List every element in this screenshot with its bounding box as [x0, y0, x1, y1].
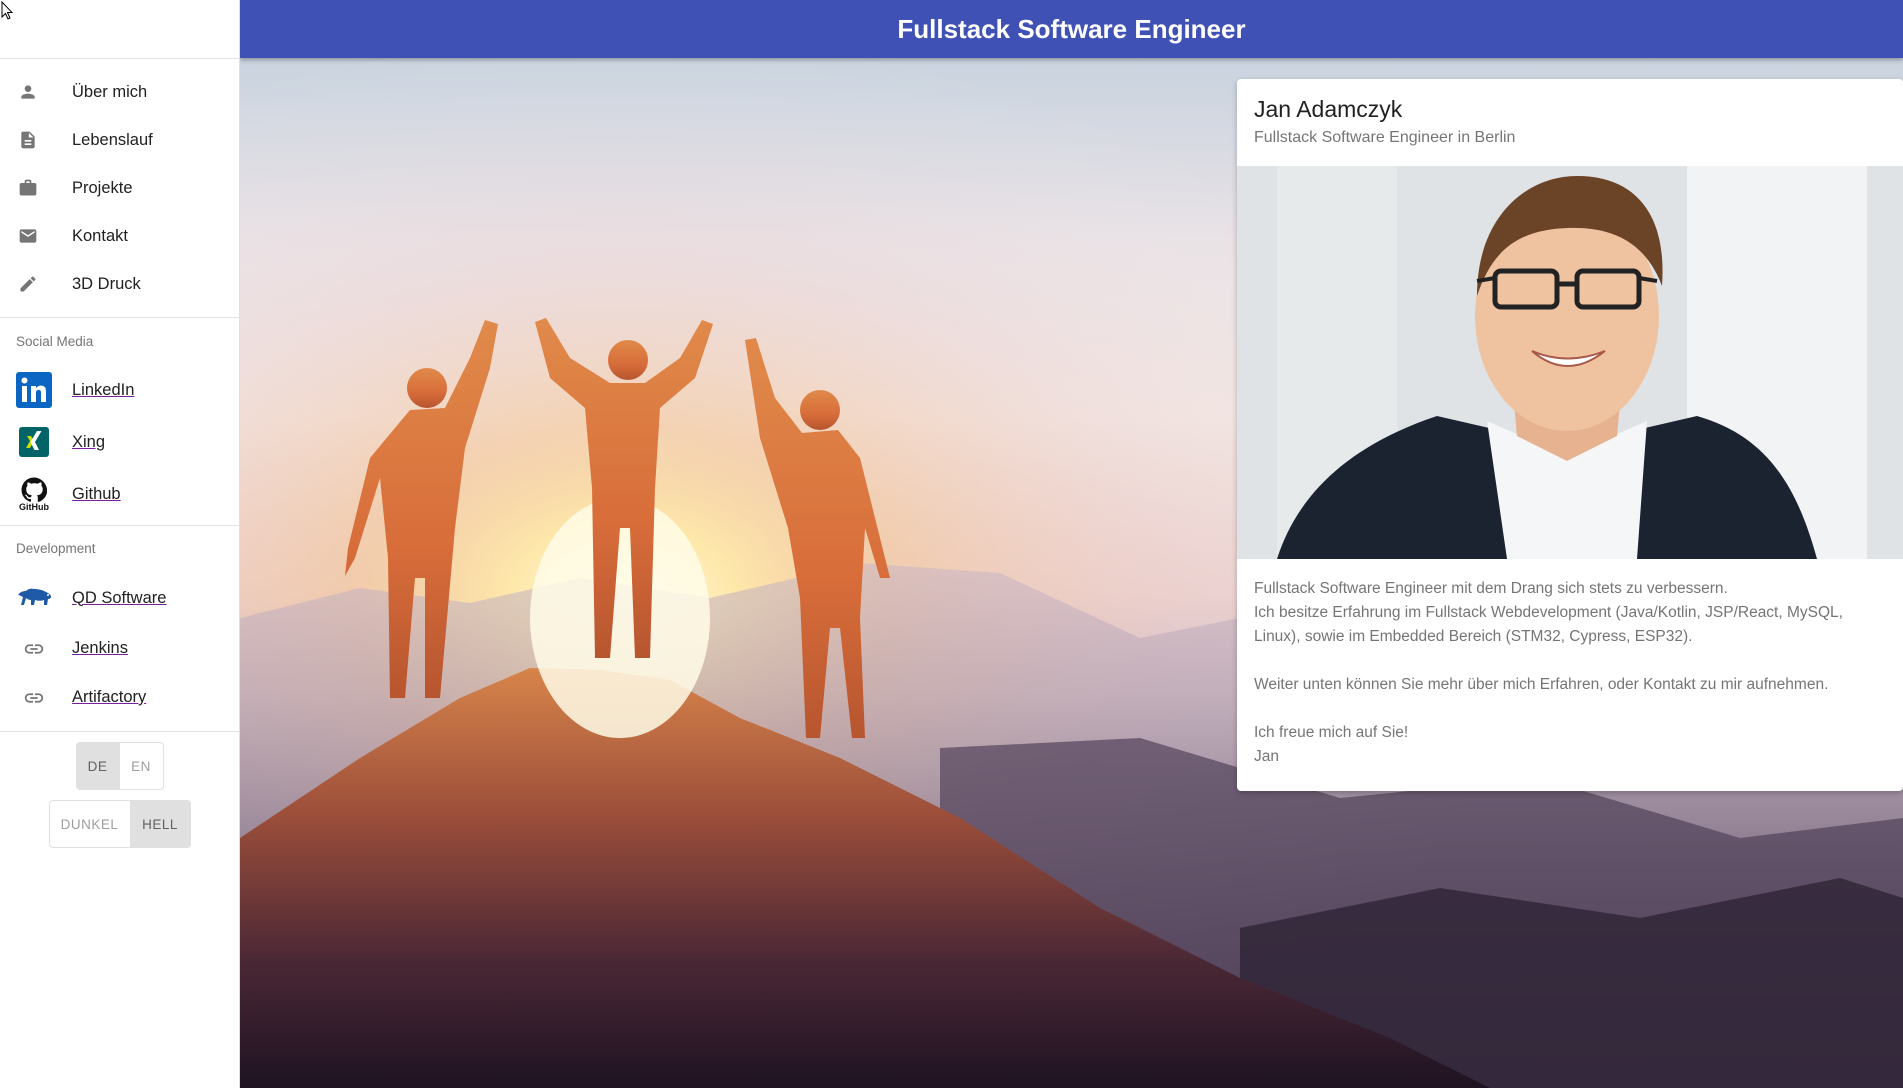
link-qd-software[interactable]: QD Software [0, 572, 239, 624]
link-label[interactable]: QD Software [72, 589, 166, 608]
theme-light-button[interactable]: HELL [130, 800, 191, 848]
linkedin-icon [16, 372, 52, 408]
pencil-icon [16, 272, 40, 296]
profile-description: Fullstack Software Engineer mit dem Dran… [1254, 577, 1886, 769]
link-linkedin[interactable]: LinkedIn [0, 364, 239, 416]
language-toggle: DE EN [0, 742, 239, 790]
description-line: Ich besitze Erfahrung im Fullstack Webde… [1254, 604, 1843, 645]
mail-icon [16, 224, 40, 248]
link-icon [16, 680, 52, 716]
mouse-cursor-icon [1, 1, 13, 20]
link-label[interactable]: LinkedIn [72, 381, 134, 400]
link-label[interactable]: Github [72, 485, 121, 504]
profile-name: Jan Adamczyk [1254, 96, 1403, 122]
development-list: QD Software Jenkins Artifactory [0, 572, 239, 722]
sidebar: Über mich Lebenslauf Projekte Kontakt 3D… [0, 0, 240, 1088]
profile-photo [1237, 166, 1903, 559]
link-icon [16, 631, 52, 667]
xing-icon [16, 424, 52, 460]
link-label[interactable]: Jenkins [72, 639, 128, 658]
profile-subtitle: Fullstack Software Engineer in Berlin [1254, 129, 1516, 146]
link-artifactory[interactable]: Artifactory [0, 673, 239, 722]
description-line: Ich freue mich auf Sie! [1254, 724, 1409, 741]
nav-item-3d-druck[interactable]: 3D Druck [0, 260, 239, 308]
nav-item-projekte[interactable]: Projekte [0, 164, 239, 212]
link-jenkins[interactable]: Jenkins [0, 624, 239, 673]
sidebar-header [0, 0, 239, 59]
link-github[interactable]: GitHub Github [0, 468, 239, 520]
social-media-list: LinkedIn Xing GitHub Github [0, 364, 239, 520]
theme-dark-button[interactable]: DUNKEL [48, 800, 131, 848]
page-title: Fullstack Software Engineer [897, 13, 1246, 44]
link-xing[interactable]: Xing [0, 416, 239, 468]
nav-item-ueber-mich[interactable]: Über mich [0, 68, 239, 116]
briefcase-icon [16, 176, 40, 200]
person-icon [16, 80, 40, 104]
github-icon-text: GitHub [19, 501, 49, 512]
bear-icon [16, 580, 52, 616]
main-nav: Über mich Lebenslauf Projekte Kontakt 3D… [0, 59, 239, 308]
divider [0, 731, 239, 732]
description-line: Fullstack Software Engineer mit dem Dran… [1254, 580, 1728, 597]
theme-toggle: DUNKEL HELL [0, 800, 239, 848]
github-icon: GitHub [16, 476, 52, 512]
nav-item-label: Projekte [72, 178, 133, 197]
nav-item-kontakt[interactable]: Kontakt [0, 212, 239, 260]
profile-card: Jan Adamczyk Fullstack Software Engineer… [1237, 79, 1903, 791]
language-de-button[interactable]: DE [75, 742, 120, 790]
nav-item-label: 3D Druck [72, 274, 141, 293]
nav-item-label: Kontakt [72, 226, 128, 245]
description-line: Weiter unten können Sie mehr über mich E… [1254, 676, 1829, 693]
link-label[interactable]: Artifactory [72, 688, 146, 707]
language-en-button[interactable]: EN [119, 742, 164, 790]
description-line: Jan [1254, 748, 1279, 765]
nav-item-label: Lebenslauf [72, 130, 153, 149]
development-heading: Development [16, 541, 96, 556]
app-bar: Fullstack Software Engineer [240, 0, 1903, 58]
nav-item-label: Über mich [72, 82, 148, 101]
social-media-heading: Social Media [16, 334, 94, 349]
link-label[interactable]: Xing [72, 433, 105, 452]
document-icon [16, 128, 40, 152]
nav-item-lebenslauf[interactable]: Lebenslauf [0, 116, 239, 164]
